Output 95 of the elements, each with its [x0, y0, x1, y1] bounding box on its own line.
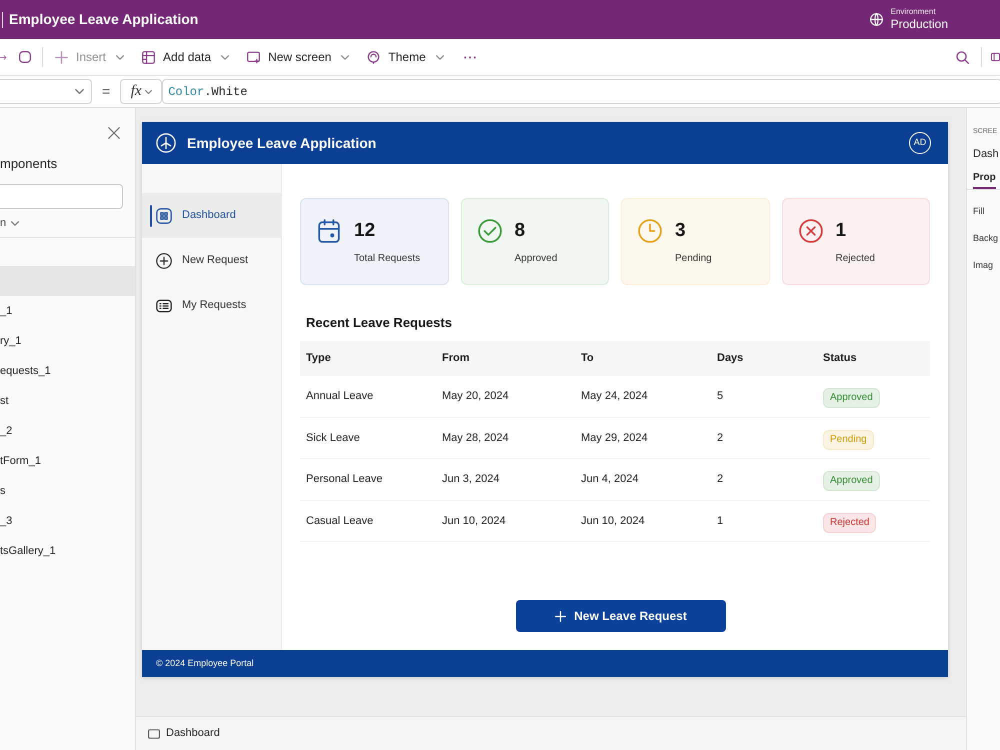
screen-icon [247, 50, 260, 64]
table-icon [142, 50, 156, 64]
toolbar-button[interactable]: Theme [361, 43, 450, 71]
footer-text: © 2024 Employee Portal [156, 656, 254, 670]
table-cell-text: Jun 4, 2024 [580, 472, 638, 487]
status-badge: Rejected [823, 512, 876, 533]
tree-item[interactable]: tsGallery_1 [0, 536, 135, 566]
tree-item[interactable]: st [0, 386, 135, 416]
column-header: From [441, 351, 470, 366]
panel-title: mponents [0, 156, 58, 172]
chevron-down-icon [221, 54, 230, 60]
column-header: Days [716, 351, 744, 366]
section-heading: Recent Leave Requests [305, 315, 453, 331]
environment-name: Production [890, 17, 948, 32]
app-header-title: Employee Leave Application [187, 134, 376, 153]
environment-label: Environment [890, 7, 937, 17]
formula-input[interactable]: Color.White [162, 79, 1000, 104]
more-icon [464, 56, 476, 58]
tree-item[interactable]: tForm_1 [0, 446, 135, 476]
avatar: AD [909, 132, 931, 154]
table-cell-text: Sick Leave [305, 430, 360, 446]
table-cell-text: May 28, 2024 [441, 430, 509, 446]
screen-icon [148, 728, 160, 738]
properties-tab[interactable]: Prop [973, 172, 996, 189]
arrow-icon [0, 54, 7, 60]
chevron-down-icon [75, 89, 84, 94]
table-cell-text: May 20, 2024 [441, 389, 509, 404]
table-cell-text: May 29, 2024 [580, 430, 648, 446]
chevron-down-icon [11, 220, 20, 226]
new-leave-request-button[interactable]: New Leave Request [516, 600, 726, 632]
filter-dropdown[interactable]: n [0, 216, 135, 230]
chevron-down-icon [144, 90, 152, 94]
stat-label: Pending [675, 253, 712, 265]
dashboard-icon [156, 208, 172, 224]
tree-item[interactable]: s [0, 476, 135, 506]
tree-item[interactable]: _1 [0, 296, 135, 326]
table-cell-text: Jun 10, 2024 [441, 514, 506, 528]
tree-item[interactable]: _3 [0, 506, 135, 536]
column-header: To [580, 351, 594, 366]
plus-circle-icon [156, 252, 172, 268]
function-button[interactable]: fx [120, 79, 162, 104]
status-badge: Approved [823, 388, 880, 408]
tree-item[interactable]: ry_1 [0, 326, 135, 356]
nav-item[interactable]: New Request [142, 238, 281, 283]
stat-value: 12 [354, 219, 376, 243]
property-label: Fill [973, 206, 986, 217]
equals-sign: = [102, 82, 110, 101]
stat-label: Rejected [836, 253, 875, 265]
table-cell-text: Personal Leave [305, 472, 382, 487]
property-label: Imag [973, 260, 994, 271]
chevron-down-icon [436, 54, 444, 60]
chevron-down-icon [116, 54, 124, 60]
app-title: Employee Leave Application [9, 10, 198, 29]
status-badge: Pending [823, 430, 874, 450]
table-cell-text: Jun 3, 2024 [441, 472, 500, 487]
rounded-square-icon [19, 51, 31, 63]
plus-icon [55, 50, 68, 64]
plus-icon [555, 610, 566, 622]
search-icon [956, 50, 969, 64]
stat-value: 8 [514, 219, 526, 243]
toolbar-button[interactable]: New screen [241, 43, 356, 71]
property-dropdown[interactable] [0, 79, 92, 104]
table-cell-text: 5 [716, 389, 724, 404]
table-cell-text: 2 [716, 430, 724, 446]
table-cell-text: Annual Leave [305, 389, 374, 404]
toolbar-button[interactable]: Add data [136, 43, 236, 71]
close-button[interactable] [107, 126, 120, 139]
stat-label: Approved [514, 253, 558, 265]
column-header: Type [305, 351, 331, 366]
status-badge: Approved [823, 471, 880, 492]
screen-name: Dash [973, 147, 1000, 161]
list-icon [156, 298, 172, 314]
table-cell-text: 2 [716, 472, 724, 487]
tree-item[interactable] [0, 266, 135, 296]
column-header: Status [822, 351, 857, 366]
close-icon [108, 126, 120, 138]
search-field[interactable] [0, 184, 123, 209]
table-cell-text: 1 [716, 514, 724, 528]
property-label: Backg [973, 233, 1000, 244]
nav-item[interactable]: My Requests [142, 283, 281, 328]
globe-icon [870, 13, 883, 26]
panel-icon [991, 51, 1000, 63]
nav-item[interactable]: Dashboard [142, 193, 281, 238]
table-cell-text: Casual Leave [305, 514, 374, 528]
table-cell-text: May 24, 2024 [580, 389, 648, 404]
stat-value: 3 [675, 219, 687, 243]
stat-value: 1 [836, 219, 848, 243]
logo-icon [156, 133, 176, 153]
chevron-down-icon [341, 54, 350, 60]
tree-item[interactable]: _2 [0, 416, 135, 446]
screen-tab[interactable]: Dashboard [148, 725, 220, 742]
palette-icon [367, 50, 380, 64]
table-cell-text: Jun 10, 2024 [580, 514, 645, 528]
stat-label: Total Requests [354, 253, 420, 265]
tree-item[interactable]: equests_1 [0, 356, 135, 386]
